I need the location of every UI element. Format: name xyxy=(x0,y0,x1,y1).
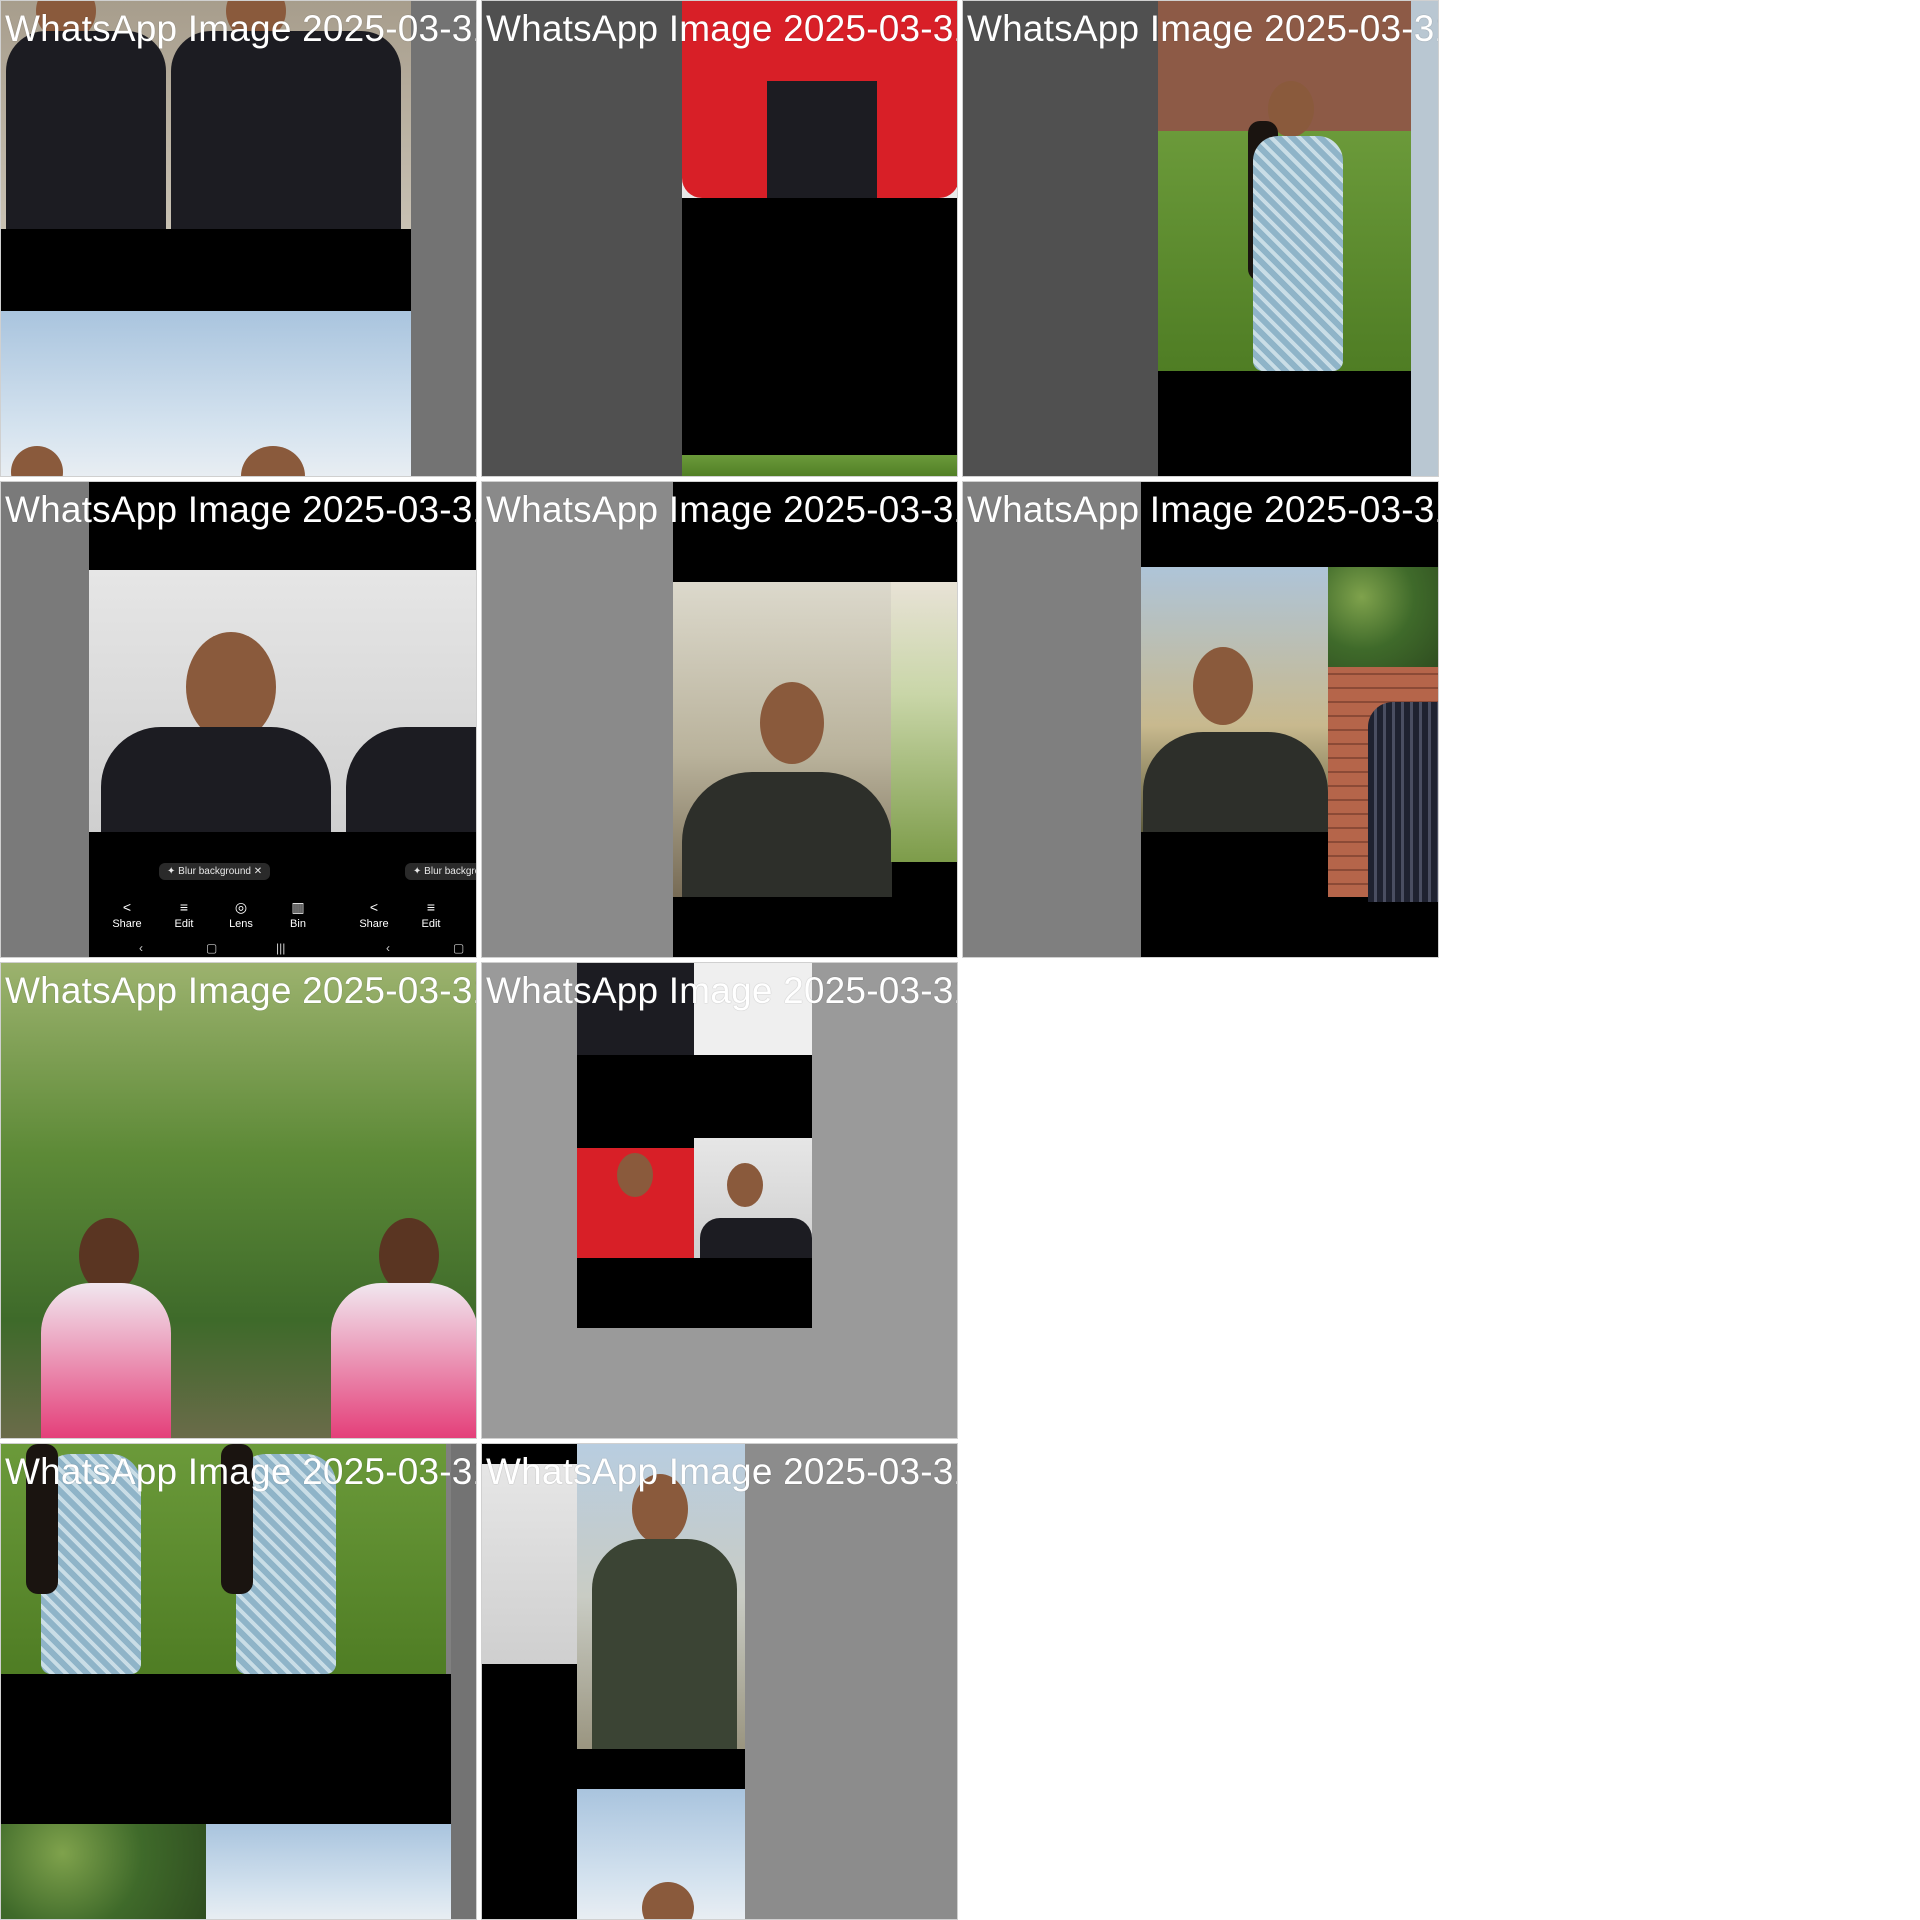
person-shirt xyxy=(700,1218,812,1258)
person-shirt xyxy=(577,963,694,1055)
pink-dupatta-outfit xyxy=(41,1283,171,1438)
person-head xyxy=(1193,647,1253,725)
person-head xyxy=(727,1163,763,1207)
tile-padding xyxy=(451,1444,476,1919)
thumbnail-tile[interactable]: WhatsApp Image 2025-03-31 at 1.28.19 AM. xyxy=(0,0,477,477)
person-head xyxy=(632,1474,688,1544)
share-button[interactable]: Share xyxy=(354,918,394,930)
thumbnail-tile[interactable]: WhatsApp Image 2025-03-31 at 1.28.16 AM. xyxy=(481,962,958,1439)
person-shirt xyxy=(101,727,331,832)
blur-background-chip[interactable]: ✦ Blur background ✕ xyxy=(159,863,271,880)
close-icon[interactable]: ✕ xyxy=(254,866,262,877)
person-shirt xyxy=(346,727,476,832)
tile-padding xyxy=(411,1,476,476)
sliders-icon[interactable]: ≡ xyxy=(164,899,204,915)
person-jacket xyxy=(682,772,892,897)
nav-back-icon[interactable]: ‹ xyxy=(386,941,390,955)
edit-button[interactable]: Edit xyxy=(411,918,451,930)
blue-dress xyxy=(1253,136,1343,371)
thumbnail-tile[interactable]: WhatsApp Image 2025-03-31 at 1.25.58 AM. xyxy=(0,1443,477,1920)
thumbnail-tile[interactable]: WhatsApp Image 2025-03-31 at 1.34.44 AM. xyxy=(481,481,958,958)
person-head xyxy=(760,682,824,764)
green-hoodie xyxy=(592,1539,737,1749)
lens-button[interactable]: Lens xyxy=(221,918,261,930)
nav-recents-icon[interactable]: ||| xyxy=(276,941,285,955)
adjacent-photo-edge xyxy=(1411,1,1438,476)
person-head xyxy=(617,1153,653,1197)
person-head xyxy=(79,1218,139,1293)
person-hair xyxy=(221,1444,253,1594)
thumbnail-tile[interactable]: WhatsApp Image 2025-03-31 at 1.32.58 AM. xyxy=(962,481,1439,958)
photo-sky xyxy=(1,311,411,476)
thumbnail-tile[interactable]: ✦ Blur background ✕ ✦ Blur background < … xyxy=(0,481,477,958)
letterbox-bar xyxy=(1,1674,451,1824)
person-head xyxy=(379,1218,439,1293)
share-icon[interactable]: < xyxy=(354,899,394,915)
photo-foliage xyxy=(1328,567,1438,667)
white-tshirt xyxy=(694,963,812,1055)
share-icon[interactable]: < xyxy=(107,899,147,915)
blur-background-chip[interactable]: ✦ Blur background xyxy=(405,863,476,880)
sparkle-icon: ✦ xyxy=(167,866,179,877)
letterbox-bar xyxy=(682,198,957,455)
photo-room xyxy=(482,1464,577,1664)
person-shirt xyxy=(171,31,401,231)
person-shirt xyxy=(6,31,166,231)
nav-home-icon[interactable]: ▢ xyxy=(206,941,217,955)
sparkle-icon: ✦ xyxy=(413,866,425,877)
person-jacket xyxy=(1143,732,1328,832)
person-hair xyxy=(26,1444,58,1594)
trash-icon[interactable]: ▥ xyxy=(278,899,318,916)
nav-back-icon[interactable]: ‹ xyxy=(139,941,143,955)
letterbox-bar xyxy=(577,1749,745,1789)
thumbnail-tile[interactable]: WhatsApp Image 2025-03-31 at 1.25.59 AM. xyxy=(0,962,477,1439)
edit-button[interactable]: Edit xyxy=(164,918,204,930)
thumbnail-tile[interactable]: WhatsApp Image 2025-03-31 at 1.32.59 AM. xyxy=(481,0,958,477)
share-button[interactable]: Share xyxy=(107,918,147,930)
thumbnail-tile[interactable]: WhatsApp Image 2025-03-31 at 1.36.12 AM. xyxy=(481,1443,958,1920)
person-checked-shirt xyxy=(1368,702,1438,902)
photo-sky xyxy=(206,1824,451,1919)
nav-home-icon[interactable]: ▢ xyxy=(453,941,464,955)
sliders-icon[interactable]: ≡ xyxy=(411,899,451,915)
pink-dupatta-outfit xyxy=(331,1283,476,1438)
thumbnail-tile[interactable]: WhatsApp Image 2025-03-31 at 1.36.50 AM. xyxy=(962,0,1439,477)
photo-strip xyxy=(682,455,957,476)
photo-trees xyxy=(1,1824,206,1919)
lens-icon[interactable]: ◎ xyxy=(221,899,261,916)
person-shirt xyxy=(767,81,877,198)
letterbox-bar xyxy=(1158,371,1411,476)
thumbnail-grid: WhatsApp Image 2025-03-31 at 1.28.19 AM.… xyxy=(0,0,1920,1920)
person-head xyxy=(186,632,276,742)
adjacent-photo xyxy=(891,582,957,862)
letterbox-bar xyxy=(1,229,411,311)
bin-button[interactable]: Bin xyxy=(278,918,318,930)
